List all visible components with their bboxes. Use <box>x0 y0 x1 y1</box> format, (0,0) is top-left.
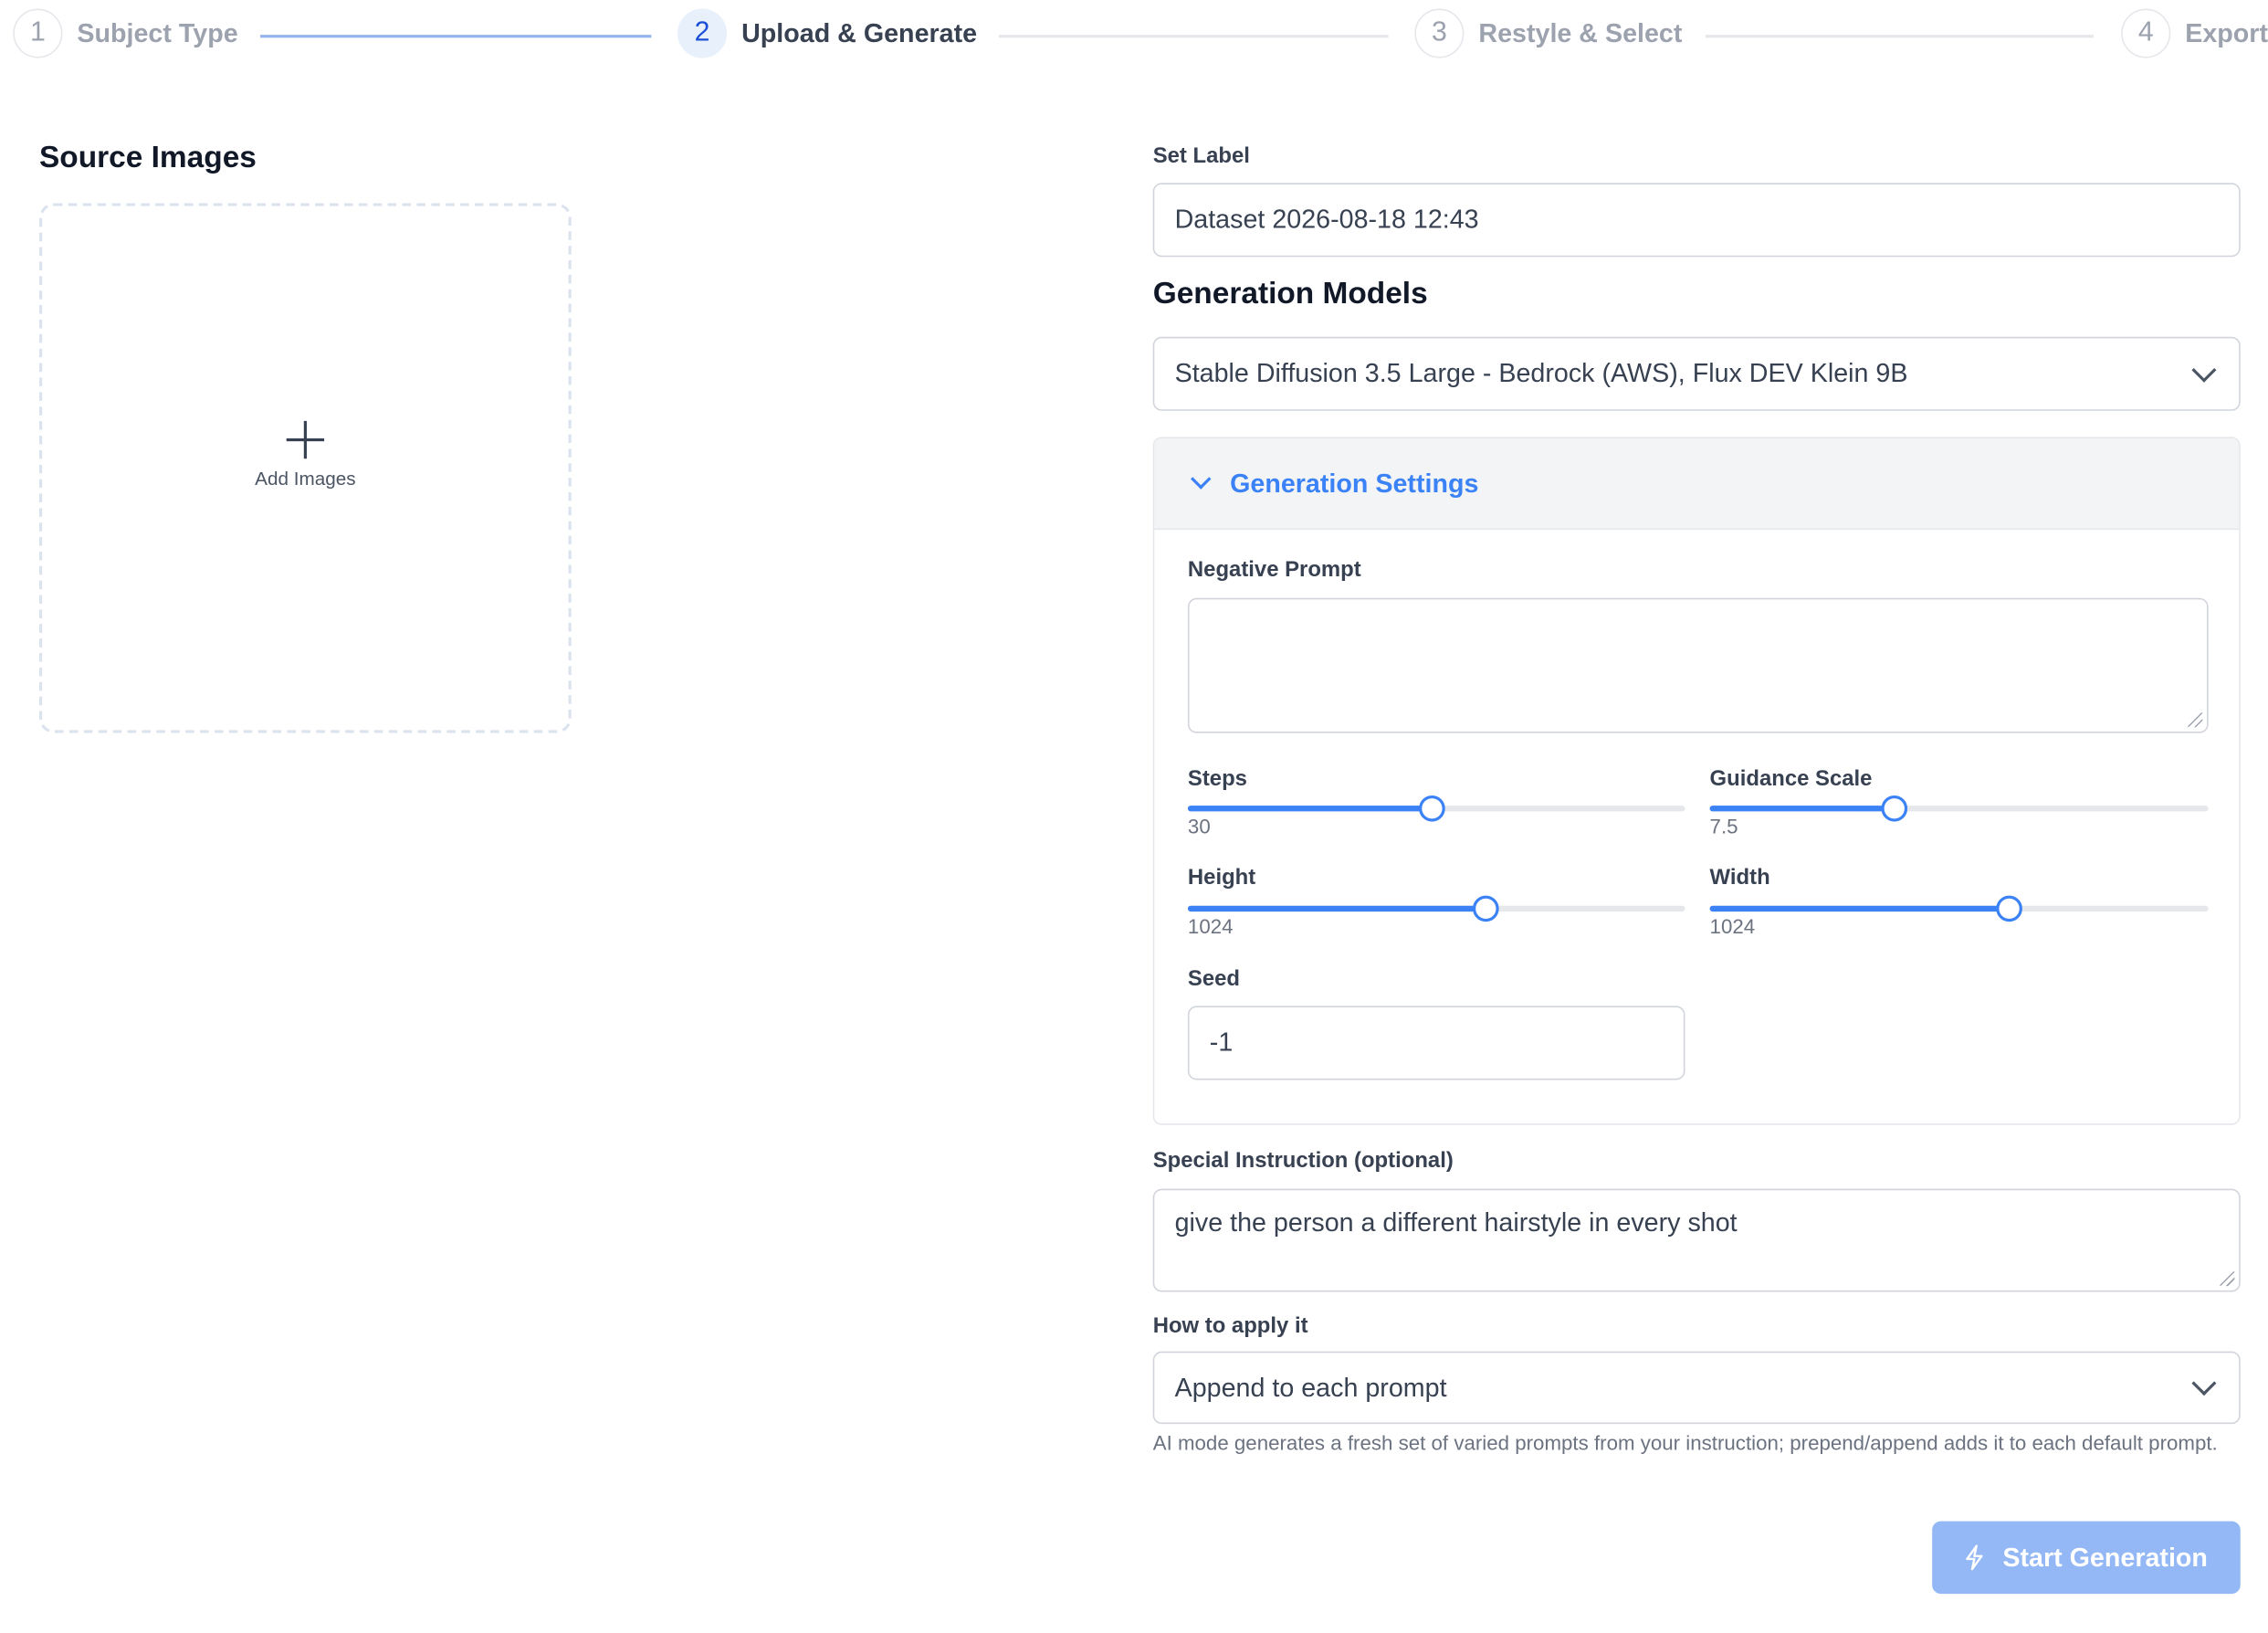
apply-mode-label: How to apply it <box>1152 1313 1308 1339</box>
generation-models-title: Generation Models <box>1152 277 1428 311</box>
step-label: Restyle & Select <box>1478 17 1683 47</box>
guidance-scale-label: Guidance Scale <box>1709 766 1873 792</box>
step-label: Upload & Generate <box>741 17 978 47</box>
special-instruction-label: Special Instruction (optional) <box>1152 1148 1454 1174</box>
step-export[interactable]: 4 Export <box>2121 8 2268 58</box>
start-generation-button[interactable]: Start Generation <box>1932 1521 2241 1595</box>
slider-thumb[interactable] <box>1418 795 1445 822</box>
slider-fill <box>1709 806 1895 812</box>
add-images-label: Add Images <box>255 467 356 490</box>
step-label: Subject Type <box>77 17 238 47</box>
bolt-icon <box>1966 1544 1984 1571</box>
step-subject-type[interactable]: 1 Subject Type <box>13 8 238 58</box>
step-number: 3 <box>1414 8 1465 58</box>
slider-thumb[interactable] <box>1995 895 2022 922</box>
slider-thumb[interactable] <box>1473 895 1499 922</box>
special-instruction-textarea[interactable]: give the person a different hairstyle in… <box>1152 1188 2241 1292</box>
generation-models-value: Stable Diffusion 3.5 Large - Bedrock (AW… <box>1174 358 1908 388</box>
start-generation-label: Start Generation <box>2002 1542 2208 1572</box>
step-label: Export <box>2185 17 2268 47</box>
slider-fill <box>1187 905 1486 912</box>
seed-value: -1 <box>1209 1027 1234 1058</box>
steps-value: 30 <box>1187 814 1211 838</box>
chevron-down-icon <box>2191 1371 2217 1396</box>
step-number: 2 <box>677 8 728 58</box>
width-value: 1024 <box>1709 914 1756 938</box>
resize-handle-icon[interactable] <box>2188 712 2203 728</box>
generation-settings-title: Generation Settings <box>1230 468 1479 498</box>
guidance-scale-value: 7.5 <box>1709 814 1738 838</box>
apply-mode-select[interactable]: Append to each prompt <box>1152 1351 2241 1425</box>
step-number: 4 <box>2121 8 2171 58</box>
plus-icon <box>286 420 325 459</box>
chevron-down-icon <box>2191 356 2217 382</box>
guidance-scale-slider[interactable] <box>1709 795 2209 822</box>
add-images-dropzone[interactable]: Add Images <box>38 203 572 733</box>
width-slider[interactable] <box>1709 895 2209 922</box>
width-label: Width <box>1709 865 1770 890</box>
negative-prompt-textarea[interactable] <box>1187 597 2209 733</box>
step-connector <box>260 35 652 38</box>
step-restyle-select[interactable]: 3 Restyle & Select <box>1414 8 1683 58</box>
set-label-input[interactable]: Dataset 2026-08-18 12:43 <box>1152 183 2241 258</box>
negative-prompt-label: Negative Prompt <box>1187 557 1361 583</box>
generation-settings-toggle[interactable]: Generation Settings <box>1154 437 2240 531</box>
height-slider[interactable] <box>1187 895 1685 922</box>
step-connector <box>998 35 1389 38</box>
height-value: 1024 <box>1187 914 1234 938</box>
special-instruction-value: give the person a different hairstyle in… <box>1174 1207 1738 1238</box>
set-label-label: Set Label <box>1152 143 1250 169</box>
resize-handle-icon[interactable] <box>2220 1271 2235 1287</box>
slider-fill <box>1187 806 1432 812</box>
slider-fill <box>1709 905 2010 912</box>
seed-label: Seed <box>1187 966 1241 992</box>
step-connector <box>1705 35 2094 38</box>
apply-mode-helper-text: AI mode generates a fresh set of varied … <box>1152 1431 2218 1455</box>
seed-input[interactable]: -1 <box>1187 1006 1685 1080</box>
apply-mode-value: Append to each prompt <box>1174 1372 1447 1402</box>
steps-slider[interactable] <box>1187 795 1685 822</box>
steps-label: Steps <box>1187 766 1247 792</box>
chevron-down-icon <box>1190 469 1212 490</box>
step-upload-generate[interactable]: 2 Upload & Generate <box>677 8 978 58</box>
height-label: Height <box>1187 865 1256 890</box>
set-label-value: Dataset 2026-08-18 12:43 <box>1174 205 1479 234</box>
slider-thumb[interactable] <box>1881 795 1907 822</box>
generation-models-select[interactable]: Stable Diffusion 3.5 Large - Bedrock (AW… <box>1152 336 2241 411</box>
step-number: 1 <box>13 8 63 58</box>
source-images-title: Source Images <box>38 141 257 174</box>
